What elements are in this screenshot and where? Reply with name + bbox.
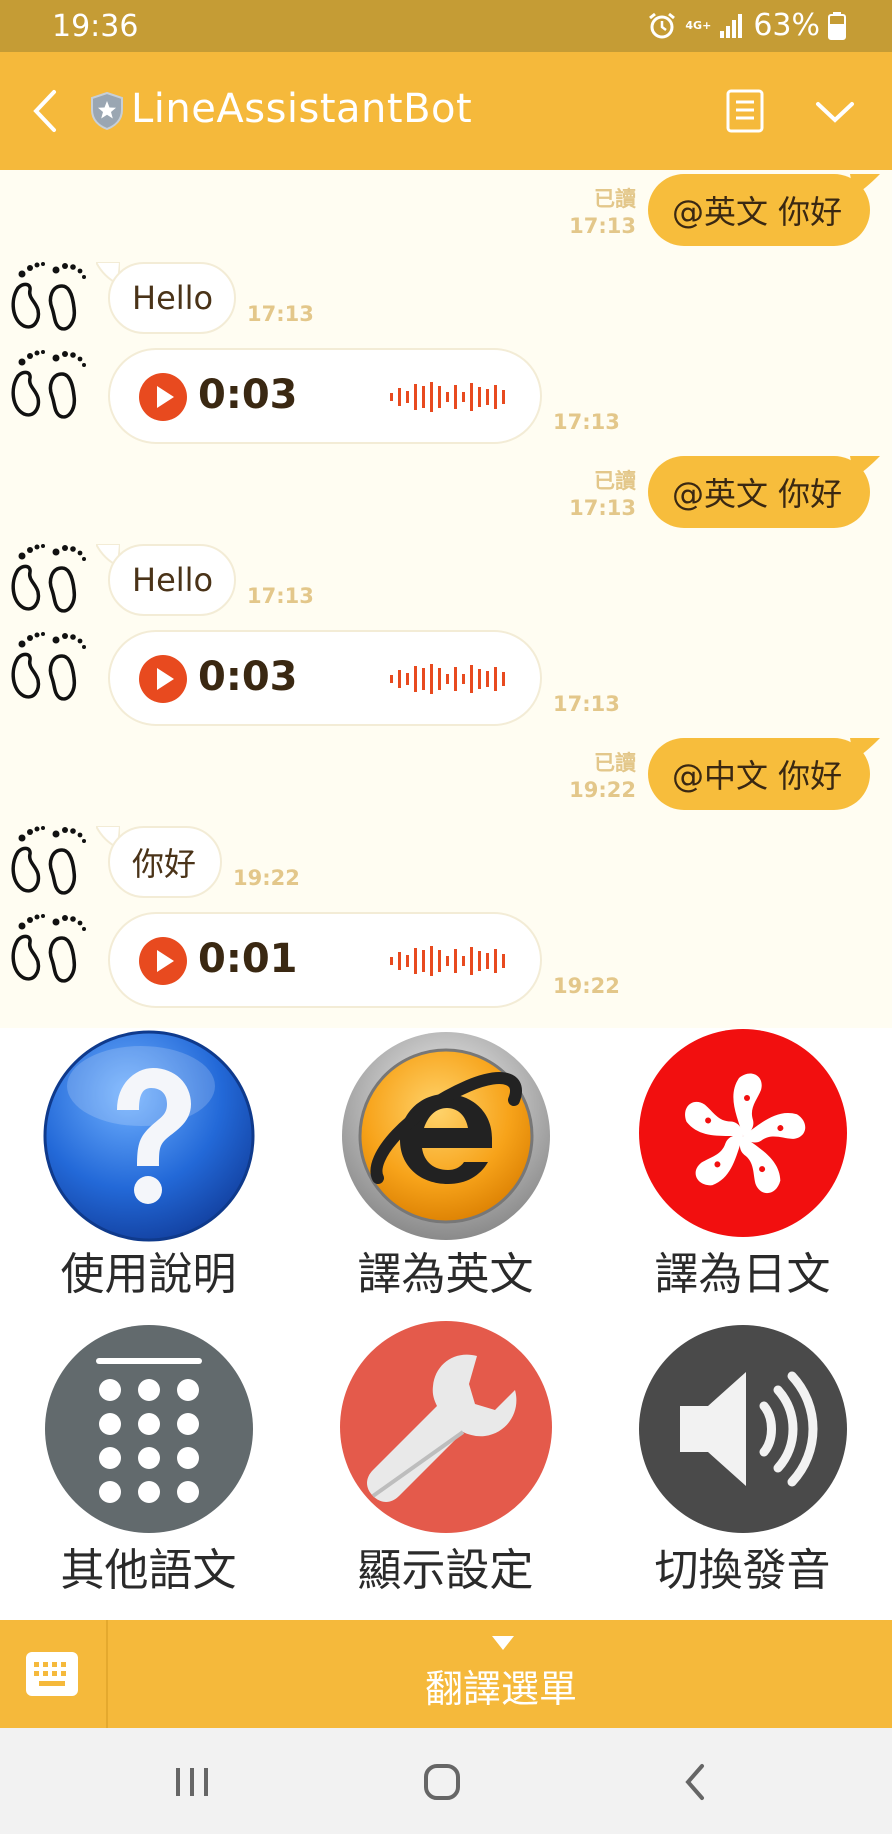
message-text: Hello [132,279,214,317]
menu-item-translate-japanese[interactable]: 譯為日文 [594,1028,891,1324]
alarm-icon [649,12,676,38]
voice-duration: 0:03 [198,654,298,700]
menu-item-help[interactable]: 使用說明 [0,1028,297,1324]
browser-e-icon [341,1032,550,1240]
caret-down-icon [492,1636,514,1650]
message-time: 19:22 [233,866,300,890]
recent-apps-icon[interactable] [172,1764,212,1800]
voice-message-bubble[interactable]: 0:01 [108,912,542,1008]
message-text: @英文 你好 [672,193,843,231]
status-bar: 19:36 4G+ 63% [0,0,892,52]
keypad-icon [44,1325,253,1533]
menu-item-label: 顯示設定 [357,1545,534,1596]
menu-item-translate-english[interactable]: 譯為英文 [297,1028,594,1324]
read-receipt: 已讀 19:22 [560,750,636,804]
waveform-icon [390,382,505,412]
read-label: 已讀 [594,469,636,493]
received-message-bubble[interactable]: Hello [108,262,236,334]
received-message-bubble[interactable]: 你好 [108,826,222,898]
bubble-tail [850,174,880,196]
waveform-icon [390,946,505,976]
question-icon [43,1030,254,1242]
message-text: Hello [132,561,214,599]
sent-message-bubble[interactable]: @英文 你好 [648,174,870,246]
waveform-icon [390,664,505,694]
wrench-icon [339,1321,552,1533]
message-time: 17:13 [553,410,620,434]
chat-history[interactable]: 已讀 17:13 @英文 你好 Hello 17:13 0:03 17:13 已… [0,170,892,1028]
menu-item-label: 使用說明 [60,1249,237,1300]
play-icon[interactable] [138,372,188,422]
bauhinia-flower-icon [638,1029,847,1237]
message-time: 19:22 [569,778,636,802]
menu-item-label: 譯為日文 [654,1249,831,1300]
keyboard-icon [26,1652,78,1696]
voice-duration: 0:03 [198,372,298,418]
read-label: 已讀 [594,187,636,211]
back-icon[interactable] [26,86,66,136]
battery-icon [828,11,846,40]
bot-avatar-footprints-icon[interactable] [8,820,88,900]
play-icon[interactable] [138,936,188,986]
bot-avatar-footprints-icon[interactable] [8,256,88,336]
bot-avatar-footprints-icon[interactable] [8,908,88,988]
bubble-tail [850,456,880,478]
bot-avatar-footprints-icon[interactable] [8,538,88,618]
message-time: 17:13 [569,214,636,238]
message-text: @英文 你好 [672,475,843,513]
keyboard-toggle-button[interactable] [0,1620,108,1728]
rich-menu: 使用說明 譯為英文 譯為日文 其他語文 顯示設定 切換發音 [0,1028,892,1620]
message-time: 17:13 [247,584,314,608]
voice-message-bubble[interactable]: 0:03 [108,348,542,444]
bot-avatar-footprints-icon[interactable] [8,626,88,706]
rich-menu-bar: 翻譯選單 [0,1620,892,1728]
system-nav-bar [0,1728,892,1834]
sent-message-bubble[interactable]: @中文 你好 [648,738,870,810]
message-time: 19:22 [553,974,620,998]
read-receipt: 已讀 17:13 [560,468,636,522]
read-label: 已讀 [594,751,636,775]
message-time: 17:13 [569,496,636,520]
message-time: 17:13 [247,302,314,326]
message-text: @中文 你好 [672,757,843,795]
voice-message-bubble[interactable]: 0:03 [108,630,542,726]
received-message-bubble[interactable]: Hello [108,544,236,616]
message-text: 你好 [132,845,197,883]
chat-title: LineAssistantBot [131,86,473,132]
bubble-tail [850,738,880,760]
menu-item-label: 切換發音 [654,1545,831,1596]
bot-avatar-footprints-icon[interactable] [8,344,88,424]
read-receipt: 已讀 17:13 [560,186,636,240]
notes-icon[interactable] [724,88,766,134]
menu-item-display-settings[interactable]: 顯示設定 [297,1321,594,1620]
home-icon[interactable] [422,1762,462,1802]
back-nav-icon[interactable] [680,1762,710,1802]
menu-item-label: 其他語文 [60,1545,237,1596]
voice-duration: 0:01 [198,936,298,982]
play-icon[interactable] [138,654,188,704]
official-shield-icon [91,92,123,130]
sent-message-bubble[interactable]: @英文 你好 [648,456,870,528]
signal-icon [720,13,743,38]
menu-item-switch-pronunciation[interactable]: 切換發音 [594,1324,891,1620]
network-type: 4G+ [685,19,712,32]
chat-header: LineAssistantBot [0,52,892,170]
menu-item-label: 譯為英文 [357,1249,534,1300]
speaker-icon [638,1325,847,1533]
rich-menu-label: 翻譯選單 [424,1667,577,1711]
chevron-down-icon[interactable] [814,94,856,130]
message-time: 17:13 [553,692,620,716]
rich-menu-toggle[interactable]: 翻譯選單 [110,1620,892,1728]
battery-percent: 63% [753,8,820,43]
menu-item-other-languages[interactable]: 其他語文 [0,1324,297,1620]
status-time: 19:36 [52,9,139,44]
